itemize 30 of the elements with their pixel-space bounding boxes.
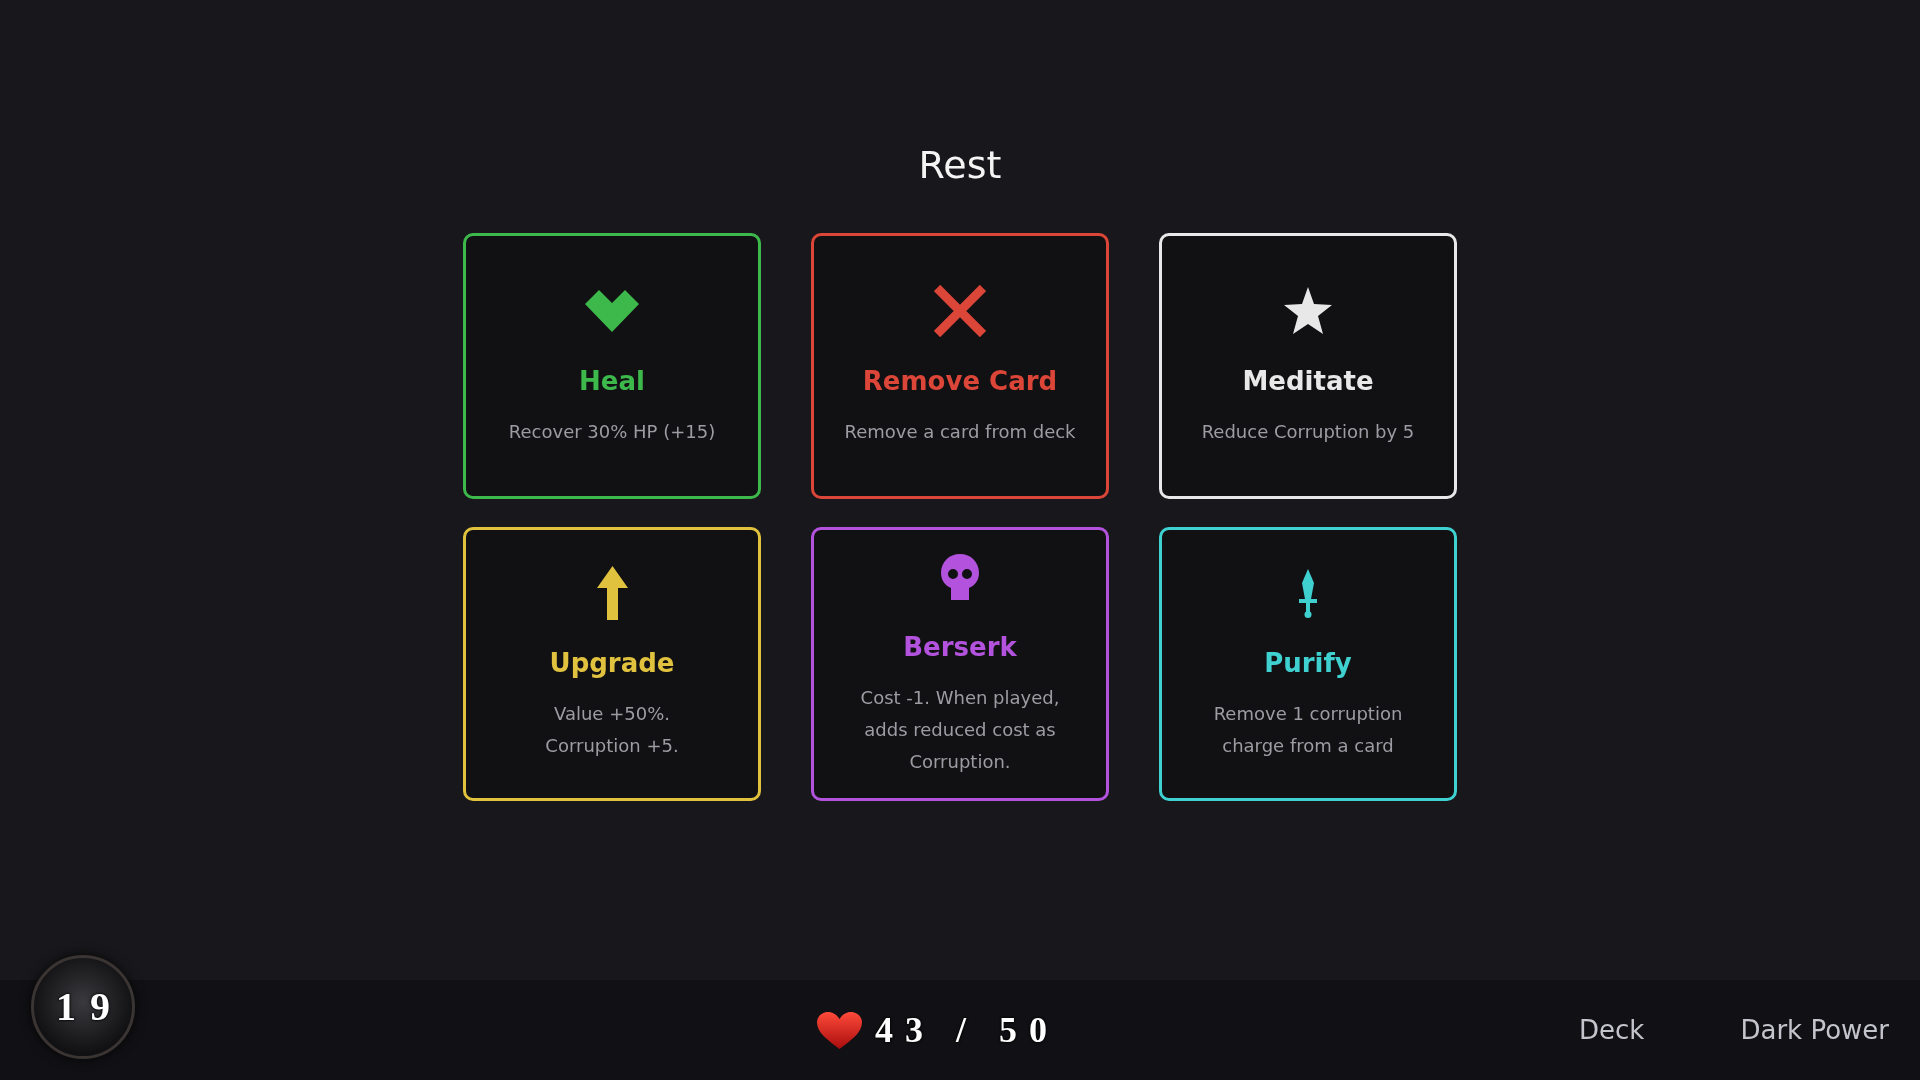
option-title: Upgrade [549,647,675,680]
cross-icon [934,285,986,337]
option-card[interactable]: Upgrade Value +50%. Corruption +5. [463,527,761,801]
turn-counter: 19 [31,955,135,1059]
hp-counter: 43 / 50 [875,1010,1059,1050]
heart-icon [817,1011,862,1049]
star-icon [1283,287,1333,335]
heart-icon [585,290,639,332]
option-description: Cost -1. When played, adds reduced cost as Corruption. [860,686,1060,774]
skull-icon [941,554,979,600]
option-title: Purify [1264,647,1352,680]
option-description: Remove a card from deck [844,420,1076,444]
menu-link[interactable]: Deck [1579,1010,1645,1050]
screen-title: Rest [918,142,1002,189]
menu-link[interactable]: Dark Power [1740,1010,1889,1050]
option-card[interactable]: Remove Card Remove a card from deck [811,233,1109,499]
option-title: Remove Card [862,365,1058,398]
option-card[interactable]: Berserk Cost -1. When played, adds reduced cost as Corruption. [811,527,1109,801]
option-description: Reduce Corruption by 5 [1201,420,1415,444]
option-description: Value +50%. Corruption +5. [545,702,679,758]
option-card[interactable]: Meditate Reduce Corruption by 5 [1159,233,1457,499]
option-card[interactable]: Purify Remove 1 corruption charge from a card [1159,527,1457,801]
option-description: Remove 1 corruption charge from a card [1213,702,1403,758]
up-arrow-icon [596,566,628,620]
option-title: Meditate [1242,365,1374,398]
option-description: Recover 30% HP (+15) [508,420,716,444]
option-card[interactable]: Heal Recover 30% HP (+15) [463,233,761,499]
option-title: Berserk [903,631,1017,664]
option-title: Heal [579,365,645,398]
sword-icon [1297,568,1319,618]
